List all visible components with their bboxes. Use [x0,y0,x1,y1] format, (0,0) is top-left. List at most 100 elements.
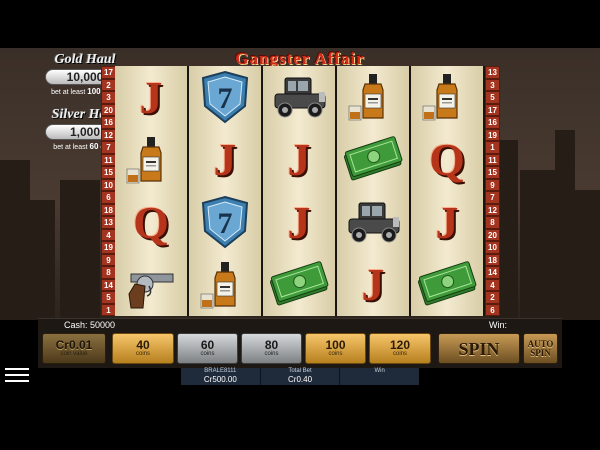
letter-q-symbol: Q [133,196,169,248]
coin-value-label: coin value [60,351,88,357]
reel-symbol [189,254,261,317]
payline-number: 6 [101,191,116,204]
bet-unit: coins [392,351,407,357]
bet-100-button[interactable]: 100 coins [305,333,366,364]
reel-symbol [115,254,187,317]
coin-value-button[interactable]: Cr0.01 coin value [42,333,106,364]
reel-4: J [337,66,409,316]
cash-icon [417,260,477,306]
payline-number: 4 [485,278,500,291]
auto-spin-button[interactable]: AUTO SPIN [523,333,558,364]
reel-symbol: J [263,191,335,254]
payline-number: 3 [101,91,116,104]
car-icon [274,77,326,118]
payline-number: 4 [101,228,116,241]
payline-number: 11 [485,153,500,166]
payline-number: 8 [485,216,500,229]
bet-40-button[interactable]: 40 coins [112,333,174,364]
payline-number: 15 [101,166,116,179]
payline-number: 14 [101,278,116,291]
bet-amount: 60 [200,338,215,352]
payline-number: 6 [485,303,500,316]
account-info-bar: BRALE8111 Cr500.00 Total Bet Cr0.40 Win [181,368,419,385]
payline-number: 19 [101,241,116,254]
payline-number: 16 [101,116,116,129]
badge-number: 7 [218,207,233,240]
whiskey-icon [422,74,458,121]
payline-number: 1 [485,141,500,154]
payline-indicators-right: 13 3 5 17 16 19 1 11 15 9 7 12 8 20 10 18 14 4 2 6 [485,66,500,316]
letter-j-symbol: J [287,196,311,248]
car-icon [348,202,400,243]
coin-value: Cr0.01 [55,338,93,352]
payline-number: 20 [101,103,116,116]
bet-60-button[interactable]: 60 coins [177,333,238,364]
reel-symbol [411,66,483,129]
reel-symbol [263,254,335,317]
payline-number: 17 [485,103,500,116]
payline-number: 2 [101,78,116,91]
payline-number: 10 [485,241,500,254]
reel-symbol: J [189,129,261,192]
whiskey-icon [126,136,162,184]
payline-number: 17 [101,66,116,79]
reel-2: 7 J 7 [189,66,261,316]
reel-symbol [337,191,409,254]
payline-number: 1 [101,303,116,316]
letter-j-symbol: J [139,71,163,123]
reels-area: JQ7J7JJJQJ [115,66,485,316]
badge-7-icon: 7 [201,196,249,249]
reel-1: JQ [115,66,187,316]
bet-unit: coins [328,351,343,357]
payline-number: 7 [485,191,500,204]
total-bet-label: Total Bet [288,368,312,374]
spin-button[interactable]: SPIN [438,333,520,364]
payline-number: 13 [485,66,500,79]
bet-120-button[interactable]: 120 coins [369,333,431,364]
payline-number: 16 [485,116,500,129]
reel-3: JJ [263,66,335,316]
payline-number: 10 [101,178,116,191]
payline-number: 20 [485,228,500,241]
letter-j-symbol: J [361,259,385,311]
payline-number: 13 [101,216,116,229]
bet-amount: 80 [264,338,279,352]
payline-number: 18 [101,203,116,216]
whiskey-icon [200,261,236,309]
reel-symbol: Q [115,191,187,254]
payline-number: 7 [101,141,116,154]
bet-unit: coins [200,351,215,357]
whiskey-icon [348,74,384,121]
payline-number: 9 [101,253,116,266]
payline-number: 8 [101,266,116,279]
reel-symbol: 7 [189,191,261,254]
revolver-icon [128,273,174,309]
bet-amount: 40 [136,338,150,352]
letter-j-symbol: J [287,134,311,186]
player-id: BRALE8111 [204,368,237,374]
payline-number: 9 [485,178,500,191]
letter-j-symbol: J [213,134,237,186]
payline-number: 3 [485,78,500,91]
reel-symbol: Q [411,129,483,192]
spin-label: SPIN [458,338,500,359]
balance-value: Cr500.00 [203,375,237,384]
payline-number: 18 [485,253,500,266]
menu-icon[interactable] [5,368,29,384]
reel-symbol [115,129,187,192]
payline-number: 12 [485,203,500,216]
reel-symbol: J [115,66,187,129]
bet-amount: 120 [389,338,411,352]
last-win: Win [340,368,419,385]
bet-80-button[interactable]: 80 coins [241,333,302,364]
payline-number: 5 [485,91,500,104]
letter-j-symbol: J [435,196,459,248]
bet-amount: 100 [325,338,346,352]
payline-number: 14 [485,266,500,279]
auto-spin-label-2: SPIN [530,347,551,358]
player-balance: BRALE8111 Cr500.00 [181,368,261,385]
payline-number: 15 [485,166,500,179]
reel-symbol [411,254,483,317]
reel-5: QJ [411,66,483,316]
reel-symbol [337,66,409,129]
